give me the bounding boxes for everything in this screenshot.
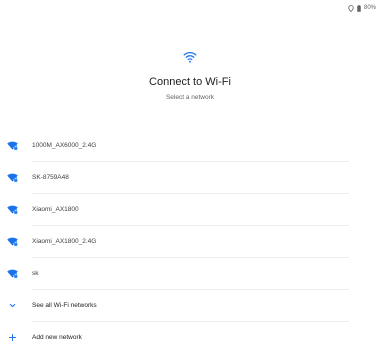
page-title: Connect to Wi-Fi: [149, 76, 231, 88]
network-name: 1000M_AX6000_2.4G: [32, 141, 97, 149]
network-name: sk: [32, 269, 39, 277]
network-item[interactable]: Xiaomi_AX1800: [0, 193, 380, 225]
add-network-button[interactable]: Add new network: [0, 321, 380, 347]
network-name: Xiaomi_AX1800: [32, 205, 79, 213]
add-network-label: Add new network: [32, 333, 82, 341]
wifi-secure-icon: [6, 267, 18, 279]
status-bar: 80%: [348, 3, 376, 13]
network-item[interactable]: 1000M_AX6000_2.4G: [0, 129, 380, 161]
wifi-icon: [0, 50, 380, 66]
see-all-networks-button[interactable]: See all Wi-Fi networks: [0, 289, 380, 321]
wifi-secure-icon: [6, 171, 18, 183]
network-name: Xiaomi_AX1800_2.4G: [32, 237, 97, 245]
network-item[interactable]: SK-8759A48: [0, 161, 380, 193]
page-header: Connect to Wi-Fi Select a network: [0, 50, 380, 101]
wifi-secure-icon: [6, 203, 18, 215]
network-list: 1000M_AX6000_2.4G SK-8759A48 Xiaomi_AX18…: [0, 129, 380, 347]
network-item[interactable]: Xiaomi_AX1800_2.4G: [0, 225, 380, 257]
wifi-secure-icon: [6, 235, 18, 247]
network-name: SK-8759A48: [32, 173, 69, 181]
network-item[interactable]: sk: [0, 257, 380, 289]
battery-icon: [357, 4, 361, 12]
location-icon: [348, 4, 354, 12]
plus-icon: [6, 331, 18, 343]
chevron-down-icon: [6, 299, 18, 311]
battery-percentage: 80%: [363, 5, 376, 11]
wifi-setup-screen: 80% Connect to Wi-Fi Select a network 10…: [0, 0, 380, 347]
page-subtitle: Select a network: [165, 94, 215, 101]
see-all-networks-label: See all Wi-Fi networks: [32, 301, 97, 309]
wifi-secure-icon: [6, 139, 18, 151]
